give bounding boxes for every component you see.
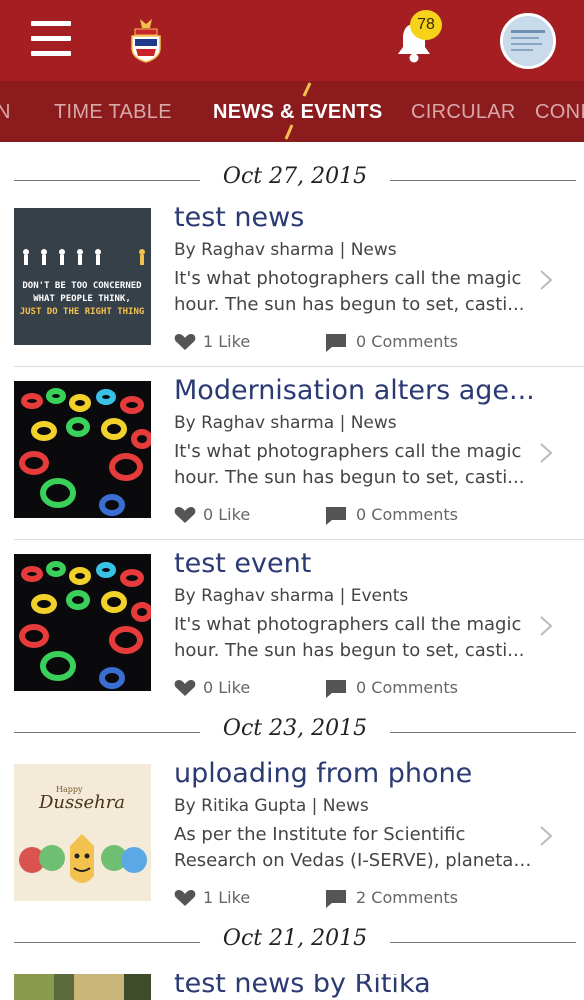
like-count: 1 Like [203, 888, 251, 907]
news-meta: By Raghav sharma | Events [174, 586, 408, 606]
heart-icon [174, 680, 196, 696]
divider [14, 366, 584, 367]
tab-partial-right[interactable]: CONI [535, 101, 584, 124]
thumb-caption-line3: JUST DO THE RIGHT THING [20, 307, 145, 317]
news-item[interactable]: test event By Raghav sharma | Events It'… [0, 548, 584, 714]
date-label: Oct 23, 2015 [222, 716, 368, 741]
news-title[interactable]: Modernisation alters age... [174, 375, 554, 406]
excerpt-line: hour. The sun has begun to set, casti... [174, 467, 525, 488]
news-category: Events [350, 586, 409, 606]
comment-count: 2 Comments [356, 888, 458, 907]
heart-icon [174, 890, 196, 906]
heart-icon [174, 334, 196, 350]
comment-count: 0 Comments [356, 678, 458, 697]
comment-icon [326, 890, 346, 908]
news-item[interactable]: test news by Ritika [0, 974, 584, 1000]
tab-time-table[interactable]: TIME TABLE [54, 101, 172, 124]
tab-partial-left[interactable]: N [0, 101, 11, 124]
news-title[interactable]: test news [174, 202, 554, 233]
thumbnail-image [14, 381, 151, 518]
news-author: By Ritika Gupta [174, 796, 307, 816]
menu-icon[interactable] [31, 21, 71, 57]
date-separator: Oct 23, 2015 [0, 716, 584, 746]
meta-separator: | [311, 796, 318, 816]
date-label: Oct 27, 2015 [222, 164, 368, 189]
excerpt-line: hour. The sun has begun to set, casti... [174, 294, 525, 315]
tab-circular[interactable]: CIRCULAR [411, 101, 516, 124]
thumb-caption-line2: WHAT PEOPLE THINK, [33, 294, 131, 304]
like-count: 0 Like [203, 505, 251, 524]
excerpt-line: It's what photographers call the magic [174, 441, 522, 462]
meta-separator: | [339, 240, 346, 260]
like-count: 1 Like [203, 332, 251, 351]
news-category: News [322, 796, 369, 816]
news-title[interactable]: test news by Ritika [174, 974, 554, 999]
thumb-caption-line2: Dussehra [38, 792, 125, 813]
chevron-right-icon[interactable] [538, 614, 554, 638]
divider [14, 539, 584, 540]
comment-count: 0 Comments [356, 332, 458, 351]
news-item[interactable]: DON'T BE TOO CONCERNED WHAT PEOPLE THINK… [0, 202, 584, 368]
news-excerpt: It's what photographers call the magic h… [174, 266, 536, 318]
thumbnail-image: Happy Dussehra [14, 764, 151, 901]
thumb-caption-line1: DON'T BE TOO CONCERNED [22, 281, 142, 291]
date-separator: Oct 21, 2015 [0, 926, 584, 956]
comment-count: 0 Comments [356, 505, 458, 524]
thumbnail-image [14, 974, 151, 1000]
thumbnail-image [14, 554, 151, 691]
user-avatar[interactable] [500, 13, 556, 69]
tab-bar: N TIME TABLE NEWS & EVENTS CIRCULAR CONI [0, 81, 584, 142]
comment-icon [326, 507, 346, 525]
date-label: Oct 21, 2015 [222, 926, 368, 951]
tab-news-events[interactable]: NEWS & EVENTS [213, 101, 382, 124]
app-bar: 78 [0, 0, 584, 81]
news-excerpt: It's what photographers call the magic h… [174, 439, 536, 491]
news-item[interactable]: Modernisation alters age... By Raghav sh… [0, 375, 584, 541]
college-crest-logo [131, 19, 161, 63]
news-author: By Raghav sharma [174, 413, 335, 433]
date-separator: Oct 27, 2015 [0, 164, 584, 194]
like-count: 0 Like [203, 678, 251, 697]
news-title[interactable]: test event [174, 548, 554, 579]
news-title[interactable]: uploading from phone [174, 758, 554, 789]
news-author: By Raghav sharma [174, 240, 335, 260]
chevron-right-icon[interactable] [538, 824, 554, 848]
thumbnail-image: DON'T BE TOO CONCERNED WHAT PEOPLE THINK… [14, 208, 151, 345]
excerpt-line: It's what photographers call the magic [174, 268, 522, 289]
news-excerpt: As per the Institute for Scientific Rese… [174, 822, 536, 874]
news-meta: By Ritika Gupta | News [174, 796, 369, 816]
meta-separator: | [339, 413, 346, 433]
excerpt-line: hour. The sun has begun to set, casti... [174, 640, 525, 661]
notification-count-badge: 78 [410, 10, 442, 40]
meta-separator: | [339, 586, 346, 606]
chevron-right-icon[interactable] [538, 441, 554, 465]
news-meta: By Raghav sharma | News [174, 413, 397, 433]
news-item[interactable]: Happy Dussehra uploading from phone By R… [0, 758, 584, 924]
heart-icon [174, 507, 196, 523]
comment-icon [326, 334, 346, 352]
news-author: By Raghav sharma [174, 586, 335, 606]
comment-icon [326, 680, 346, 698]
chevron-right-icon[interactable] [538, 268, 554, 292]
excerpt-line: Research on Vedas (I-SERVE), planetar... [174, 850, 536, 871]
news-excerpt: It's what photographers call the magic h… [174, 612, 536, 664]
excerpt-line: As per the Institute for Scientific [174, 824, 466, 845]
news-category: News [350, 240, 397, 260]
news-meta: By Raghav sharma | News [174, 240, 397, 260]
excerpt-line: It's what photographers call the magic [174, 614, 522, 635]
news-category: News [350, 413, 397, 433]
